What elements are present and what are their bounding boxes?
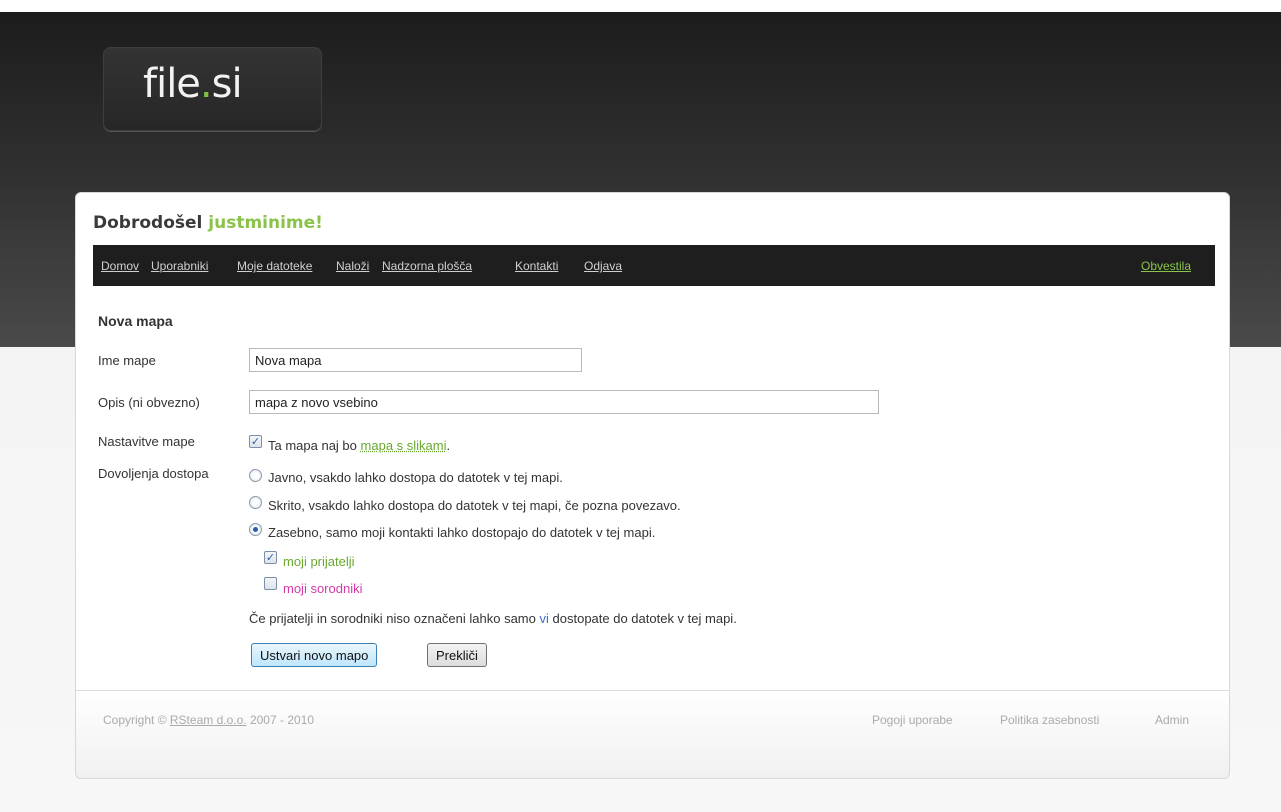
footer-terms-link[interactable]: Pogoji uporabe <box>872 713 953 727</box>
friends-checkbox[interactable]: ✓ <box>264 551 277 564</box>
welcome-prefix: Dobrodošel <box>93 213 203 233</box>
nav-users[interactable]: Uporabniki <box>151 259 208 273</box>
welcome-heading: Dobrodošel justminime! <box>93 213 323 233</box>
friends-label: moji prijatelji <box>283 554 355 569</box>
create-folder-button[interactable]: Ustvari novo mapo <box>251 643 378 667</box>
description-input[interactable] <box>249 390 879 414</box>
nav-upload[interactable]: Naloži <box>336 259 369 273</box>
access-private-text: Zasebno, samo moji kontakti lahko dostop… <box>268 525 656 540</box>
settings-label: Nastavitve mape <box>98 434 195 449</box>
nav-contacts[interactable]: Kontakti <box>515 259 558 273</box>
nav-dashboard[interactable]: Nadzorna plošča <box>382 259 472 273</box>
folder-name-input[interactable] <box>249 348 582 372</box>
access-private-radio[interactable] <box>249 523 262 536</box>
main-card: Dobrodošel justminime! Domov Uporabniki … <box>75 192 1230 779</box>
access-hidden-text: Skrito, vsakdo lahko dostopa do datotek … <box>268 498 681 513</box>
footer-privacy-link[interactable]: Politika zasebnosti <box>1000 713 1099 727</box>
gallery-checkbox[interactable]: ✓ <box>249 435 262 448</box>
note-you: vi <box>539 611 549 626</box>
company-link[interactable]: RSteam d.o.o. <box>170 713 247 727</box>
nav-notifications[interactable]: Obvestila <box>1141 259 1191 273</box>
gallery-link[interactable]: mapa s slikami <box>361 438 447 453</box>
gallery-text-row: Ta mapa naj bo mapa s slikami. <box>268 438 451 453</box>
main-nav: Domov Uporabniki Moje datoteke Naloži Na… <box>93 245 1215 286</box>
form-title: Nova mapa <box>98 313 173 329</box>
logo-text-a: file <box>143 61 201 107</box>
logo-dot: . <box>199 61 213 107</box>
cancel-button[interactable]: Prekliči <box>427 643 487 667</box>
nav-my-files[interactable]: Moje datoteke <box>237 259 312 273</box>
site-logo[interactable]: file.si <box>103 47 322 131</box>
relatives-checkbox[interactable] <box>264 577 277 590</box>
logo-text-b: si <box>211 61 243 107</box>
page: file.si Dobrodošel justminime! Domov Upo… <box>0 0 1281 812</box>
gallery-text: Ta mapa naj bo <box>268 438 357 453</box>
relatives-label: moji sorodniki <box>283 581 363 596</box>
nav-home[interactable]: Domov <box>101 259 139 273</box>
access-public-radio[interactable] <box>249 469 262 482</box>
footer-admin-link[interactable]: Admin <box>1155 713 1189 727</box>
access-label: Dovoljenja dostopa <box>98 466 209 481</box>
access-hidden-radio[interactable] <box>249 496 262 509</box>
nav-logout[interactable]: Odjava <box>584 259 622 273</box>
footer-divider <box>76 690 1229 691</box>
welcome-username: justminime! <box>208 213 323 233</box>
copyright: Copyright © RSteam d.o.o. 2007 - 2010 <box>103 713 315 727</box>
description-label: Opis (ni obvezno) <box>98 395 200 410</box>
access-note: Če prijatelji in sorodniki niso označeni… <box>249 611 737 626</box>
folder-name-label: Ime mape <box>98 353 156 368</box>
access-public-text: Javno, vsakdo lahko dostopa do datotek v… <box>268 470 563 485</box>
